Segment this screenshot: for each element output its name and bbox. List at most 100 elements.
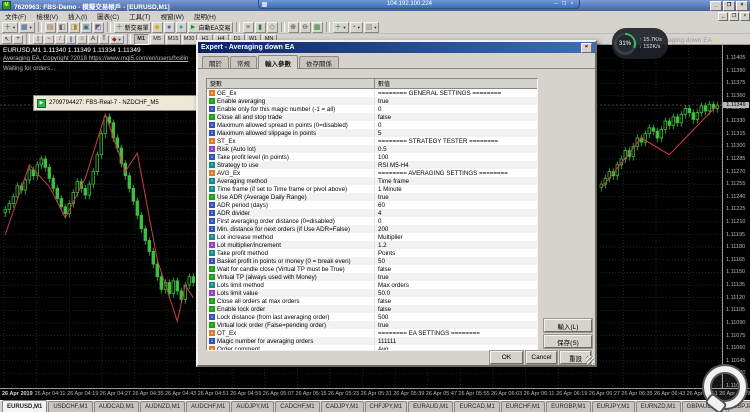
chart-tab-eurcad[interactable]: EURCAD,M1: [454, 401, 500, 412]
menu-item-1[interactable]: 檢視(V): [31, 14, 63, 21]
profiles-button[interactable]: ▦ ▼: [18, 21, 35, 33]
param-row[interactable]: ✓ Close all orders at max orders false: [207, 297, 537, 305]
chart-tab-chfjpy[interactable]: CHFJPY,M1: [364, 401, 408, 412]
new-chart-button[interactable]: ＋ ▼: [2, 21, 18, 33]
param-row[interactable]: 1 Basket profit in points or money (0 = b…: [207, 257, 537, 265]
param-row[interactable]: ≡ Averaging method Time frame: [207, 177, 537, 185]
param-row[interactable]: ✓ Use ADR (Average Daily Range) true: [207, 193, 537, 201]
horizontal-line-button[interactable]: −: [44, 34, 54, 44]
line-mode-button[interactable]: ◇: [266, 21, 278, 33]
save-inputs-button[interactable]: 保存(S): [544, 335, 592, 348]
param-value[interactable]: true: [375, 322, 537, 329]
param-value[interactable]: 0: [375, 106, 537, 113]
param-value[interactable]: true: [375, 194, 537, 201]
param-row[interactable]: ≡ Strategy to use RSI M5-H4: [207, 161, 537, 169]
dialog-tab-3[interactable]: 依存關係: [299, 56, 339, 68]
param-value[interactable]: 0: [375, 122, 537, 129]
param-row[interactable]: 1 Lots limit value 50.0: [207, 289, 537, 297]
param-row[interactable]: 1 Maximum allowed spread in points (0=dis…: [207, 121, 537, 129]
param-value[interactable]: ======== EA SETTINGS ========: [375, 330, 537, 337]
inputs-table[interactable]: 變數 數值 a GE_Ex ======== GENERAL SETTINGS ==…: [206, 78, 538, 351]
timeframe-m5-button[interactable]: M5: [149, 33, 165, 45]
param-row[interactable]: 1 Maximum allowed slippage in points 5: [207, 129, 537, 137]
chart-tab-euraud[interactable]: EURAUD,M1: [408, 401, 454, 412]
menu-item-0[interactable]: 文件(F): [0, 14, 31, 21]
param-row[interactable]: 1 Lock distance (from last averaging orde…: [207, 313, 537, 321]
chart-tab-audnzd[interactable]: AUDNZD,M1: [140, 401, 186, 412]
strategy-tester-button[interactable]: ◩: [92, 21, 104, 33]
zoom-out-button[interactable]: ⊖: [299, 21, 311, 33]
param-value[interactable]: false: [375, 306, 537, 313]
param-row[interactable]: ≡ Take profit method Points: [207, 249, 537, 257]
param-value[interactable]: 100: [375, 154, 537, 161]
rdp-connection-bar[interactable]: 104.192.100.224 ─ ❒ ×: [258, 0, 580, 9]
rdp-restore-button[interactable]: ❒: [560, 1, 568, 8]
rdp-close-button[interactable]: ×: [568, 1, 576, 8]
network-monitor-overlay[interactable]: 31% ↑ 15.7K/s ↓ 152K/s: [612, 28, 668, 59]
dialog-tab-2[interactable]: 輸入參數: [258, 55, 298, 69]
param-row[interactable]: 1 Magic number for averaging orders 111111: [207, 337, 537, 345]
navigator-button[interactable]: ◨: [68, 21, 80, 33]
param-value[interactable]: false: [375, 266, 537, 273]
param-row[interactable]: ✓ Enable lock order false: [207, 305, 537, 313]
mdi-close-button[interactable]: ×: [740, 11, 750, 21]
param-row[interactable]: ✓ Enable averaging true: [207, 97, 537, 105]
news-button[interactable]: ●: [175, 21, 187, 33]
param-value[interactable]: 1.2: [375, 242, 537, 249]
timeframe-m1-button[interactable]: M1: [133, 33, 149, 45]
param-row[interactable]: 1 Min. distance for next orders (if Use A…: [207, 225, 537, 233]
param-row[interactable]: ≡ Time frame (if set to Time frame or piv…: [207, 185, 537, 193]
param-value[interactable]: 1 Minute: [375, 186, 537, 193]
metaeditor-button[interactable]: ◆: [151, 21, 163, 33]
param-row[interactable]: a GE_Ex ======== GENERAL SETTINGS ========: [207, 89, 537, 97]
param-value[interactable]: false: [375, 298, 537, 305]
param-value[interactable]: 0: [375, 218, 537, 225]
param-value[interactable]: 0.5: [375, 146, 537, 153]
menu-item-3[interactable]: 圖表(C): [92, 14, 124, 21]
param-row[interactable]: 1 ADR divider 4: [207, 209, 537, 217]
param-row[interactable]: a AVG_Ex ======== AVERAGING SETTINGS =====…: [207, 169, 537, 177]
dialog-tab-0[interactable]: 關於: [202, 56, 229, 68]
menu-item-6[interactable]: 說明(H): [189, 14, 221, 21]
param-value[interactable]: ======== STRATEGY TESTER ========: [375, 138, 537, 145]
ok-button[interactable]: OK: [490, 351, 523, 364]
param-row[interactable]: ✓ Wait for candle close (Virtual TP must …: [207, 265, 537, 273]
param-value[interactable]: 111111: [375, 338, 537, 345]
mdi-minimize-button[interactable]: _: [718, 11, 728, 21]
window-minimize-button[interactable]: _: [710, 0, 722, 11]
param-value[interactable]: Time frame: [375, 178, 537, 185]
param-row[interactable]: 1 Enable only for this magic number (-1 =…: [207, 105, 537, 113]
param-value[interactable]: 60: [375, 202, 537, 209]
chart-tab-audjpy[interactable]: AUDJPY,M1: [231, 401, 275, 412]
channel-button[interactable]: ∥: [66, 34, 76, 44]
terminal-button[interactable]: ▣: [80, 21, 92, 33]
param-row[interactable]: 1 Risk (Auto lot) 0.5: [207, 145, 537, 153]
param-row[interactable]: ✓ Virtual TP (always used with Money) true: [207, 273, 537, 281]
param-value[interactable]: ======== GENERAL SETTINGS ========: [375, 90, 537, 97]
chart-tab-eurnzd[interactable]: EURNZD,M1: [635, 401, 681, 412]
param-value[interactable]: RSI M5-H4: [375, 162, 537, 169]
chart-tab-cadchf[interactable]: CADCHF,M1: [275, 401, 320, 412]
param-value[interactable]: 200: [375, 226, 537, 233]
param-row[interactable]: ✓ Virtual lock order (False=pending order…: [207, 321, 537, 329]
param-row[interactable]: 1 First averaging order distance (0=disab…: [207, 217, 537, 225]
param-row[interactable]: a Order comment Avg: [207, 345, 537, 350]
param-value[interactable]: Multiplier: [375, 234, 537, 241]
arrows-tool-button[interactable]: ◆ ▼: [110, 34, 124, 44]
param-value[interactable]: 500: [375, 314, 537, 321]
param-value[interactable]: 50.0: [375, 290, 537, 297]
load-inputs-button[interactable]: 輸入(L): [544, 319, 592, 332]
cancel-button[interactable]: Cancel: [526, 351, 557, 364]
param-row[interactable]: a ST_Ex ======== STRATEGY TESTER ========: [207, 137, 537, 145]
autotrading-button[interactable]: ► 自動EA交易: [187, 21, 233, 33]
param-value[interactable]: 50: [375, 258, 537, 265]
crosshair-button[interactable]: +: [13, 34, 23, 44]
rdp-minimize-button[interactable]: ─: [552, 1, 560, 8]
ea-copyright-link[interactable]: Averaging EA, Copyright ?2018 https://ww…: [3, 56, 188, 62]
new-order-button[interactable]: ＋新交易單: [113, 21, 151, 33]
param-value[interactable]: ======== AVERAGING SETTINGS ========: [375, 170, 537, 177]
timeframe-m15-button[interactable]: M15: [165, 33, 181, 45]
data-window-button[interactable]: ◧: [56, 21, 68, 33]
vertical-line-button[interactable]: |: [33, 34, 43, 44]
chart-tab-eurusd[interactable]: EURUSD,M1: [2, 400, 48, 412]
